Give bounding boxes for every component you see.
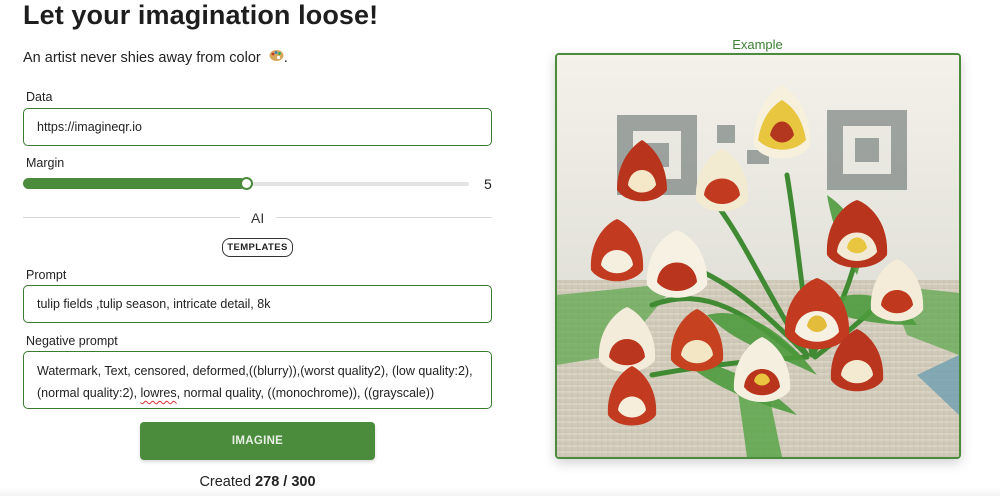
- negative-prompt-line-1: Watermark, Text, censored, deformed,((bl…: [37, 364, 473, 378]
- negative-prompt-textarea[interactable]: Watermark, Text, censored, deformed,((bl…: [23, 351, 492, 409]
- margin-slider-fill: [23, 178, 246, 189]
- example-image: [555, 53, 961, 459]
- misspelled-word: lowres: [140, 386, 177, 400]
- negative-prompt-label: Negative prompt: [26, 334, 118, 348]
- ai-divider-label: AI: [251, 210, 265, 226]
- imagine-button[interactable]: IMAGINE: [140, 422, 375, 460]
- data-label: Data: [26, 90, 53, 104]
- negative-prompt-text-a: (normal quality:2),: [37, 386, 141, 400]
- margin-slider-handle[interactable]: [239, 177, 253, 190]
- prompt-input-value: tulip fields ,tulip season, intricate de…: [37, 297, 271, 311]
- page-title: Let your imagination loose!: [23, 0, 379, 30]
- palette-icon: [269, 49, 284, 66]
- divider-left: [23, 217, 240, 218]
- prompt-label: Prompt: [26, 268, 67, 282]
- divider-right: [276, 217, 492, 218]
- example-label: Example: [732, 37, 783, 52]
- margin-value: 5: [484, 176, 492, 192]
- data-input[interactable]: https://imagineqr.io: [23, 108, 492, 146]
- tulip-bouquet-qr-image: [557, 55, 959, 457]
- prompt-input[interactable]: tulip fields ,tulip season, intricate de…: [23, 285, 492, 323]
- negative-prompt-line-2: (normal quality:2), lowres, normal quali…: [37, 382, 478, 404]
- negative-prompt-text-b: , normal quality, ((monochrome)), ((gray…: [176, 386, 435, 400]
- templates-button[interactable]: TEMPLATES: [222, 238, 293, 257]
- margin-label: Margin: [26, 156, 65, 170]
- subtitle-text: An artist never shies away from color: [23, 50, 261, 66]
- page-subtitle: An artist never shies away from color .: [23, 49, 288, 66]
- bottom-edge: [0, 488, 1000, 496]
- data-input-value: https://imagineqr.io: [37, 120, 142, 134]
- subtitle-suffix: .: [283, 50, 288, 66]
